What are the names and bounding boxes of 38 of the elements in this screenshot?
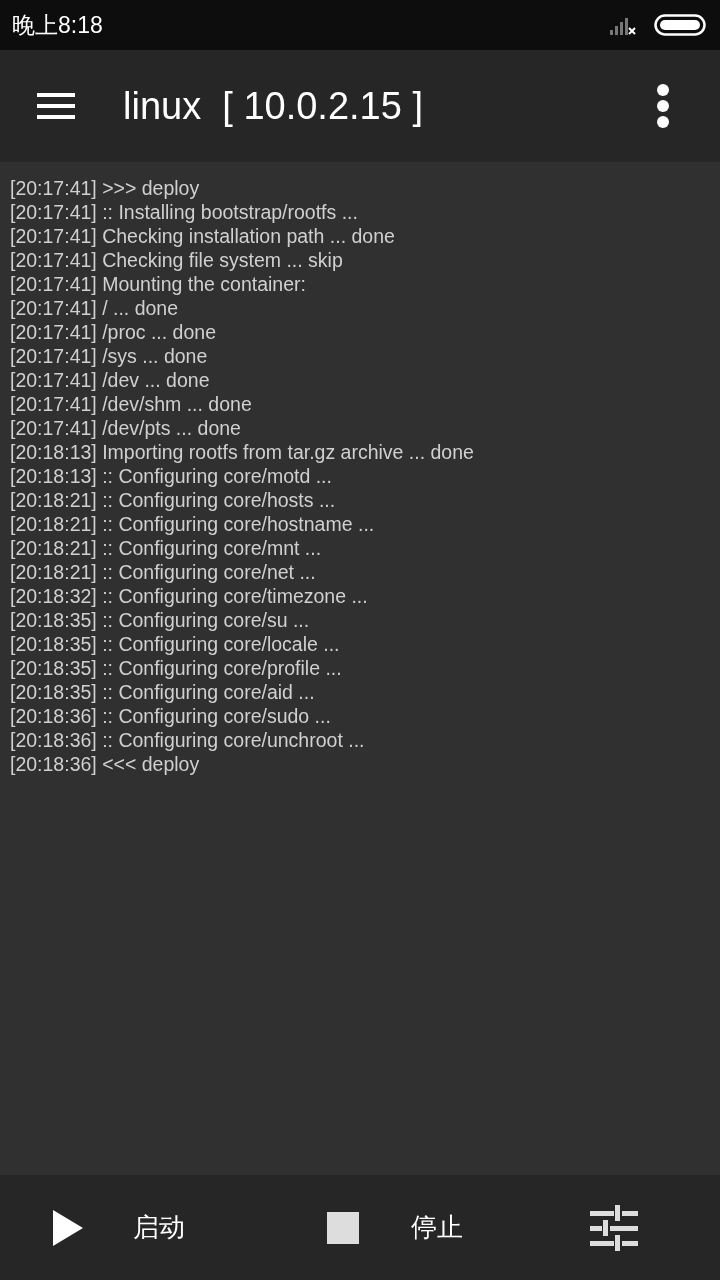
log-line: [20:17:41] / ... done — [10, 296, 180, 320]
menu-button[interactable] — [37, 93, 75, 119]
log-line: [20:18:21] :: Configuring core/hosts ... — [10, 488, 337, 512]
log-line: [20:18:36] <<< deploy — [10, 752, 201, 776]
log-line: [20:18:32] :: Configuring core/timezone ... — [10, 584, 369, 608]
log-line: [20:17:41] /dev ... done — [10, 368, 211, 392]
app-title: linux [ 10.0.2.15 ] — [123, 83, 424, 129]
battery-icon — [654, 13, 708, 37]
log-line: [20:17:41] Checking installation path ... done — [10, 224, 396, 248]
log-line: [20:17:41] /dev/shm ... done — [10, 392, 253, 416]
log-line: [20:17:41] Mounting the container: — [10, 272, 307, 296]
log-line: [20:18:21] :: Configuring core/mnt ... — [10, 536, 323, 560]
log-line: [20:18:21] :: Configuring core/net ... — [10, 560, 317, 584]
settings-button[interactable] — [590, 1204, 638, 1251]
stop-icon — [327, 1211, 359, 1244]
menu-icon — [37, 93, 75, 119]
log-line: [20:18:21] :: Configuring core/hostname ... — [10, 512, 376, 536]
log-line: [20:17:41] /proc ... done — [10, 320, 217, 344]
log-line: [20:18:35] :: Configuring core/profile ... — [10, 656, 343, 680]
log-line: [20:17:41] /dev/pts ... done — [10, 416, 242, 440]
status-time: 晚上8:18 — [12, 10, 103, 40]
log-line: [20:17:41] /sys ... done — [10, 344, 209, 368]
log-line: [20:18:35] :: Configuring core/su ... — [10, 608, 311, 632]
play-icon — [53, 1209, 83, 1246]
log-line: [20:17:41] :: Installing bootstrap/rootfs ... — [10, 200, 359, 224]
log-line: [20:18:36] :: Configuring core/sudo ... — [10, 704, 332, 728]
more-options-icon — [656, 84, 670, 128]
log-line: [20:18:35] :: Configuring core/aid ... — [10, 680, 316, 704]
log-line: [20:18:35] :: Configuring core/locale ... — [10, 632, 341, 656]
log-line: [20:17:41] >>> deploy — [10, 176, 201, 200]
log-line: [20:18:36] :: Configuring core/unchroot ... — [10, 728, 366, 752]
stop-button[interactable]: 停止 — [327, 1208, 463, 1247]
sliders-icon — [590, 1204, 638, 1251]
start-button[interactable]: 启动 — [53, 1208, 185, 1247]
log-line: [20:18:13] Importing rootfs from tar.gz archive ... done — [10, 440, 475, 464]
more-options-button[interactable] — [656, 84, 670, 128]
log-line: [20:17:41] Checking file system ... skip — [10, 248, 344, 272]
log-line: [20:18:13] :: Configuring core/motd ... — [10, 464, 333, 488]
